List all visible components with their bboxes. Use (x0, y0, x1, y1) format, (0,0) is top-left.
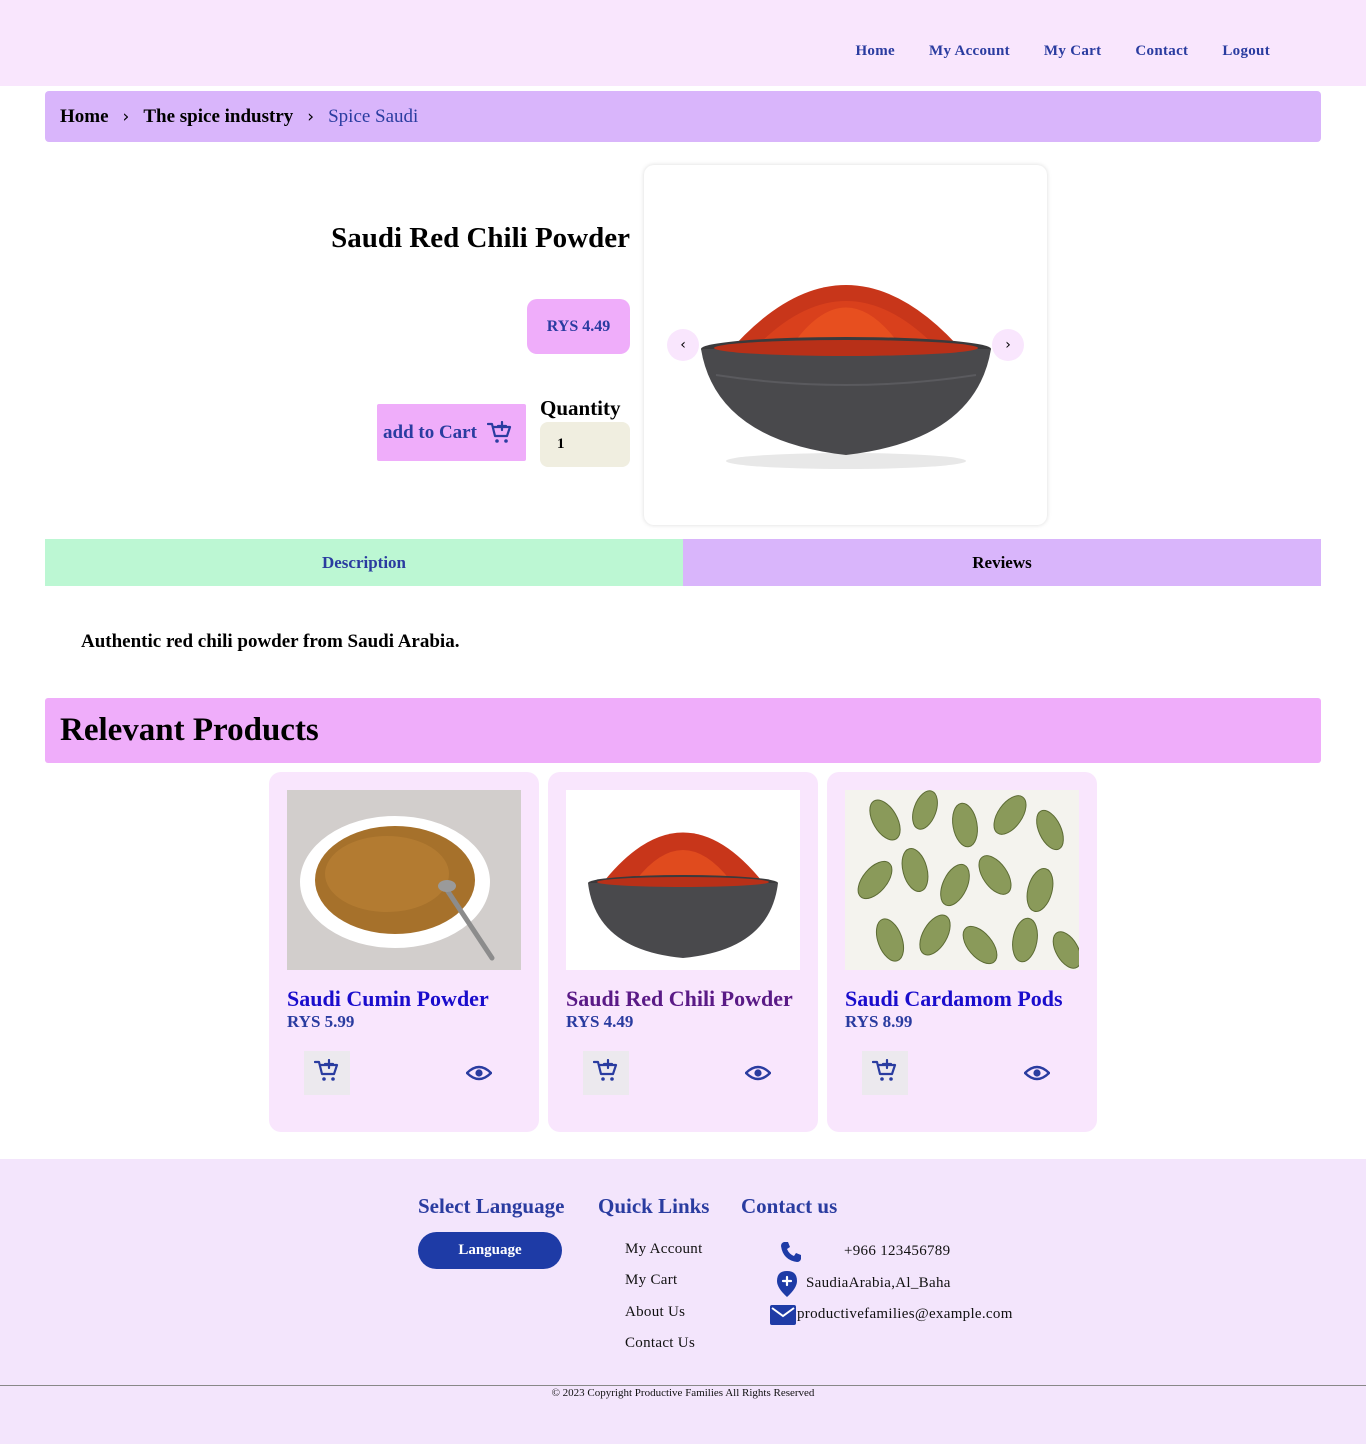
cart-plus-icon (313, 1058, 340, 1088)
chevron-right-icon: › (122, 106, 130, 127)
cart-plus-icon (871, 1058, 898, 1088)
product-card-name[interactable]: Saudi Red Chili Powder (566, 986, 793, 1012)
header: Home My Account My Cart Contact Logout (0, 0, 1366, 86)
nav-my-account[interactable]: My Account (929, 43, 1010, 60)
carousel-next-button[interactable]: › (992, 329, 1024, 361)
nav-logout[interactable]: Logout (1222, 43, 1270, 60)
cart-plus-icon (592, 1058, 619, 1088)
product-price: RYS 4.49 (527, 299, 630, 354)
eye-icon[interactable] (466, 1061, 492, 1085)
add-to-cart-button[interactable] (304, 1051, 350, 1095)
contact-phone: +966 123456789 (844, 1243, 951, 1259)
footer-divider (0, 1385, 1366, 1386)
product-card-price: RYS 4.49 (566, 1012, 634, 1031)
add-to-cart-button[interactable]: add to Cart (377, 404, 526, 461)
chili-powder-image[interactable] (566, 790, 800, 970)
select-language-heading: Select Language (418, 1194, 565, 1218)
relevant-products-title: Relevant Products (60, 712, 319, 748)
breadcrumb-current: Spice Saudi (328, 105, 419, 127)
tab-reviews[interactable]: Reviews (683, 539, 1321, 586)
product-card: Saudi Red Chili Powder RYS 4.49 (548, 772, 818, 1132)
footer-link-contact-us[interactable]: Contact Us (625, 1335, 695, 1352)
quick-links-heading: Quick Links (598, 1194, 710, 1218)
product-card-name[interactable]: Saudi Cardamom Pods (845, 986, 1063, 1012)
eye-icon[interactable] (1024, 1061, 1050, 1085)
chili-powder-bowl-image (696, 235, 996, 480)
eye-icon[interactable] (745, 1061, 771, 1085)
main-nav: Home My Account My Cart Contact Logout (821, 43, 1270, 60)
footer-link-my-account[interactable]: My Account (625, 1241, 703, 1258)
product-card-price: RYS 8.99 (845, 1012, 913, 1031)
cart-plus-icon (486, 420, 513, 445)
product-title: Saudi Red Chili Powder (331, 222, 630, 254)
breadcrumb: Home › The spice industry › Spice Saudi (45, 91, 1321, 142)
nav-contact[interactable]: Contact (1135, 43, 1188, 60)
add-to-cart-button[interactable] (862, 1051, 908, 1095)
breadcrumb-category[interactable]: The spice industry (143, 106, 293, 128)
footer: Select Language Language Quick Links My … (0, 1159, 1366, 1444)
email-icon (770, 1305, 796, 1330)
location-pin-icon (776, 1270, 798, 1303)
carousel-prev-button[interactable]: ‹ (667, 329, 699, 361)
phone-icon (779, 1240, 803, 1269)
cumin-powder-image[interactable] (287, 790, 521, 970)
product-description: Authentic red chili powder from Saudi Ar… (81, 631, 460, 652)
tab-description[interactable]: Description (45, 539, 683, 586)
chevron-right-icon: › (307, 106, 315, 127)
contact-location: SaudiaArabia,Al_Baha (806, 1275, 951, 1291)
contact-us-heading: Contact us (741, 1194, 838, 1218)
product-card: Saudi Cumin Powder RYS 5.99 (269, 772, 539, 1132)
cardamom-pods-image[interactable] (845, 790, 1079, 970)
product-card-price: RYS 5.99 (287, 1012, 355, 1031)
product-card-name[interactable]: Saudi Cumin Powder (287, 986, 489, 1012)
nav-home[interactable]: Home (855, 43, 895, 60)
quantity-label: Quantity (540, 396, 621, 420)
product-image-carousel: ‹ › (644, 165, 1047, 525)
contact-email[interactable]: productivefamilies@example.com (797, 1306, 1013, 1323)
copyright-text: © 2023 Copyright Productive Families All… (551, 1387, 815, 1399)
product-tabs: Description Reviews (45, 539, 1321, 586)
footer-link-about-us[interactable]: About Us (625, 1304, 685, 1321)
language-button[interactable]: Language (418, 1232, 562, 1269)
breadcrumb-home[interactable]: Home (60, 106, 109, 128)
add-to-cart-button[interactable] (583, 1051, 629, 1095)
relevant-products-header: Relevant Products (45, 698, 1321, 763)
footer-link-my-cart[interactable]: My Cart (625, 1272, 678, 1289)
add-to-cart-label: add to Cart (383, 421, 477, 443)
nav-my-cart[interactable]: My Cart (1044, 43, 1102, 60)
product-card: Saudi Cardamom Pods RYS 8.99 (827, 772, 1097, 1132)
quantity-input[interactable] (540, 422, 630, 467)
